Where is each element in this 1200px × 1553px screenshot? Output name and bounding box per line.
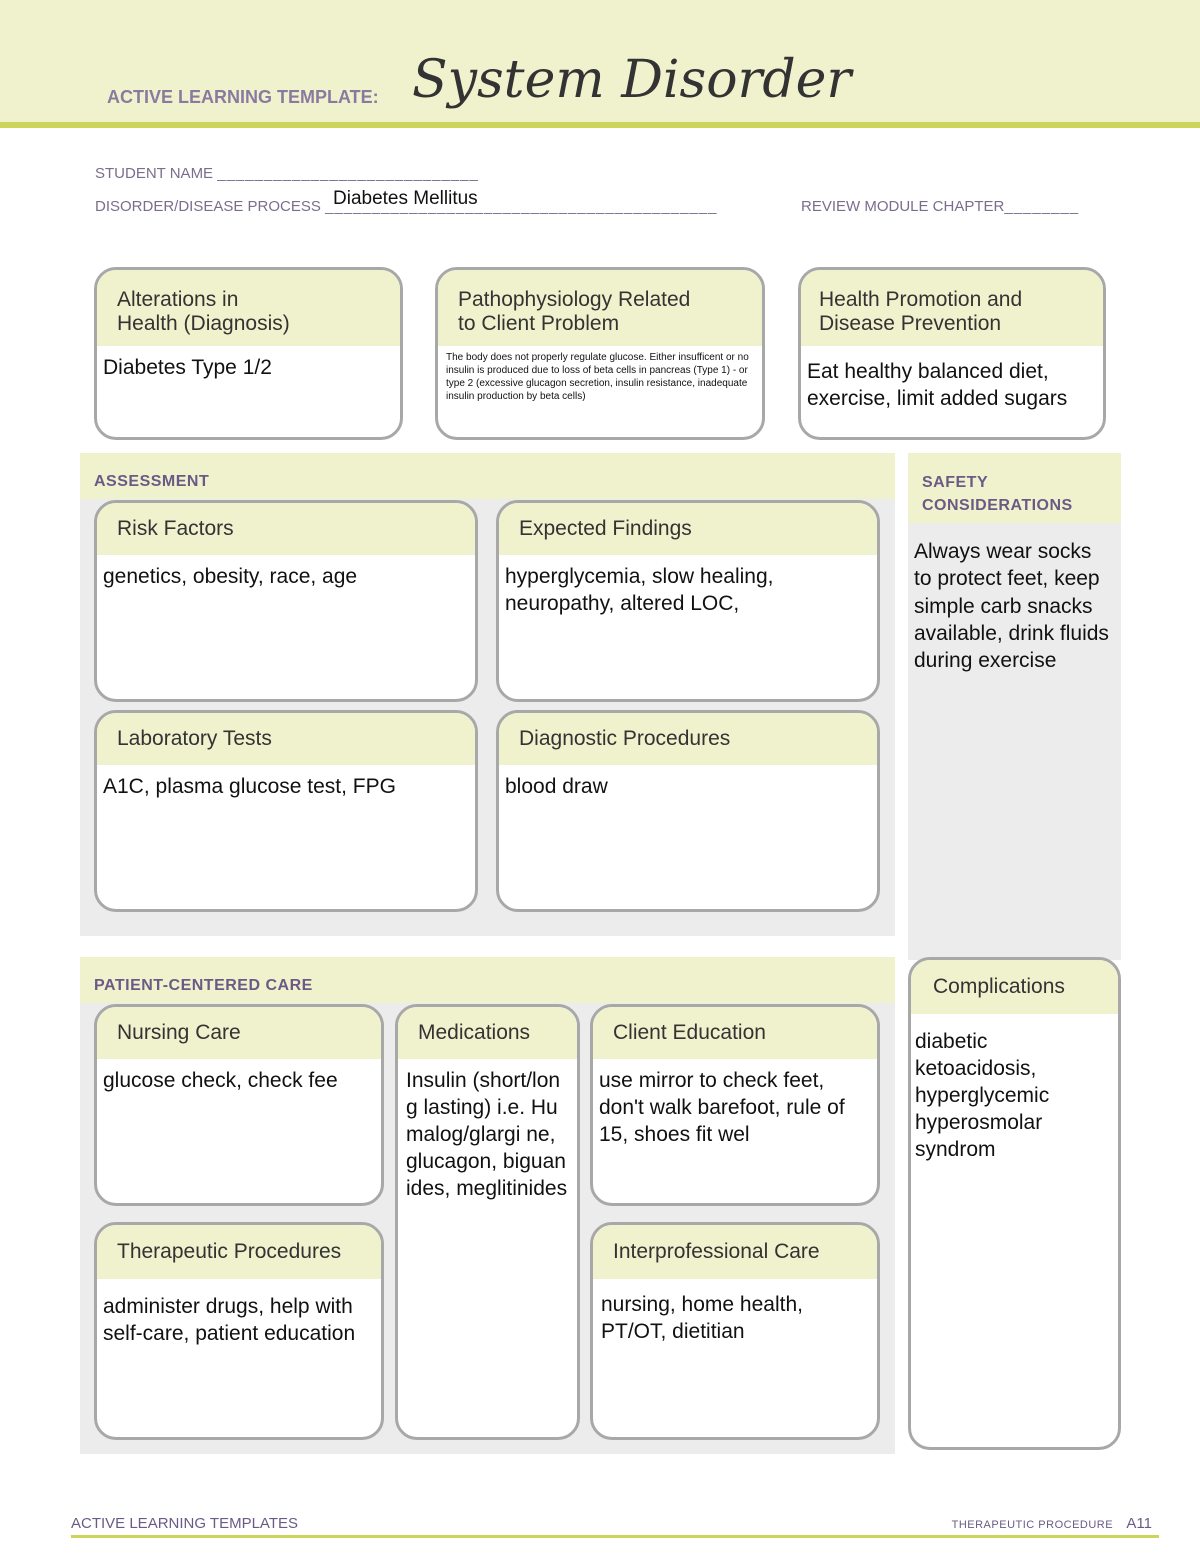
laboratory-tests-content[interactable]: A1C, plasma glucose test, FPG: [97, 765, 475, 808]
student-name-field[interactable]: STUDENT NAME ___________________________…: [95, 165, 479, 182]
safety-section-label: SAFETY CONSIDERATIONS: [908, 453, 1121, 523]
footer-category: THERAPEUTIC PROCEDURE: [951, 1519, 1114, 1531]
header-divider: [0, 122, 1200, 128]
student-name-blank[interactable]: ____________________________: [217, 165, 479, 182]
interprofessional-care-header: Interprofessional Care: [593, 1225, 877, 1279]
interprofessional-care-content[interactable]: nursing, home health, PT/OT, dietitian: [593, 1279, 877, 1357]
alterations-title-line1: Alterations in: [117, 288, 239, 311]
student-name-label: STUDENT NAME: [95, 165, 214, 182]
diagnostic-procedures-header: Diagnostic Procedures: [499, 713, 877, 765]
therapeutic-procedures-header: Therapeutic Procedures: [97, 1225, 381, 1279]
medications-header: Medications: [398, 1007, 577, 1059]
health-promotion-title-line1: Health Promotion and: [819, 288, 1023, 311]
therapeutic-procedures-content[interactable]: administer drugs, help with self-care, p…: [97, 1279, 381, 1361]
disorder-value[interactable]: Diabetes Mellitus: [333, 188, 478, 210]
safety-label-line2: CONSIDERATIONS: [922, 497, 1073, 514]
laboratory-tests-box: Laboratory Tests A1C, plasma glucose tes…: [94, 710, 478, 912]
page-title: System Disorder: [412, 50, 852, 110]
interprofessional-care-box: Interprofessional Care nursing, home hea…: [590, 1222, 880, 1440]
client-education-box: Client Education use mirror to check fee…: [590, 1004, 880, 1206]
client-education-content[interactable]: use mirror to check feet, don't walk bar…: [593, 1059, 877, 1156]
laboratory-tests-header: Laboratory Tests: [97, 713, 475, 765]
complications-content[interactable]: diabetic ketoacidosis, hyperglycemic hyp…: [911, 1014, 1118, 1177]
footer-page-number: A11: [1126, 1515, 1152, 1532]
footer-divider: [71, 1535, 1159, 1538]
nursing-care-header: Nursing Care: [97, 1007, 381, 1059]
complications-box: Complications diabetic ketoacidosis, hyp…: [908, 957, 1121, 1450]
review-module-label: REVIEW MODULE CHAPTER: [801, 198, 1005, 215]
risk-factors-content[interactable]: genetics, obesity, race, age: [97, 555, 475, 598]
therapeutic-procedures-box: Therapeutic Procedures administer drugs,…: [94, 1222, 384, 1440]
review-module-field[interactable]: REVIEW MODULE CHAPTER________: [801, 198, 1079, 215]
footer-series-label: ACTIVE LEARNING TEMPLATES: [71, 1515, 298, 1532]
safety-label-line1: SAFETY: [922, 474, 989, 491]
risk-factors-header: Risk Factors: [97, 503, 475, 555]
health-promotion-title-line2: Disease Prevention: [819, 312, 1002, 335]
template-label: ACTIVE LEARNING TEMPLATE:: [107, 87, 379, 107]
expected-findings-content[interactable]: hyperglycemia, slow healing, neuropathy,…: [499, 555, 877, 625]
medications-content[interactable]: Insulin (short/long lasting) i.e. Humalo…: [398, 1059, 577, 1210]
assessment-section-label: ASSESSMENT: [80, 453, 895, 499]
complications-header: Complications: [911, 960, 1118, 1014]
alterations-box: Alterations in Health (Diagnosis) Diabet…: [94, 267, 403, 440]
patient-centered-care-section-label: PATIENT-CENTERED CARE: [80, 957, 895, 1003]
medications-box: Medications Insulin (short/long lasting)…: [395, 1004, 580, 1440]
health-promotion-content[interactable]: Eat healthy balanced diet, exercise, lim…: [801, 346, 1103, 424]
safety-content[interactable]: Always wear socks to protect feet, keep …: [914, 538, 1114, 674]
pathophysiology-box: Pathophysiology Related to Client Proble…: [435, 267, 765, 440]
pathophysiology-content[interactable]: The body does not properly regulate gluc…: [438, 346, 762, 408]
expected-findings-header: Expected Findings: [499, 503, 877, 555]
alterations-content[interactable]: Diabetes Type 1/2: [97, 346, 400, 389]
nursing-care-content[interactable]: glucose check, check fee: [97, 1059, 381, 1102]
alterations-title-line2: Health (Diagnosis): [117, 312, 290, 335]
pathophysiology-title-line2: to Client Problem: [458, 312, 620, 335]
health-promotion-header: Health Promotion and Disease Prevention: [801, 270, 1103, 346]
review-module-blank[interactable]: ________: [1004, 198, 1079, 215]
client-education-header: Client Education: [593, 1007, 877, 1059]
footer-right: THERAPEUTIC PROCEDURE A11: [952, 1515, 1152, 1532]
expected-findings-box: Expected Findings hyperglycemia, slow he…: [496, 500, 880, 702]
pathophysiology-title-line1: Pathophysiology Related: [458, 288, 691, 311]
safety-panel: [908, 453, 1121, 940]
pathophysiology-header: Pathophysiology Related to Client Proble…: [438, 270, 762, 346]
diagnostic-procedures-box: Diagnostic Procedures blood draw: [496, 710, 880, 912]
nursing-care-box: Nursing Care glucose check, check fee: [94, 1004, 384, 1206]
health-promotion-box: Health Promotion and Disease Prevention …: [798, 267, 1106, 440]
alterations-header: Alterations in Health (Diagnosis): [97, 270, 400, 346]
risk-factors-box: Risk Factors genetics, obesity, race, ag…: [94, 500, 478, 702]
disorder-label: DISORDER/DISEASE PROCESS: [95, 198, 321, 215]
diagnostic-procedures-content[interactable]: blood draw: [499, 765, 877, 808]
